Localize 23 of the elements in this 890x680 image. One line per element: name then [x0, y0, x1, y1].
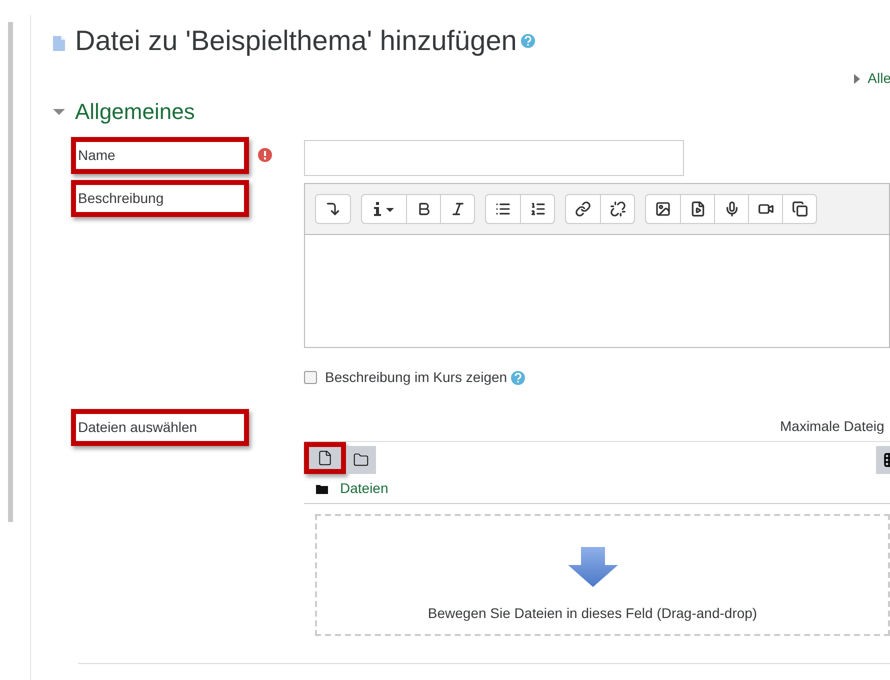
caret-right-icon	[854, 74, 860, 84]
add-file-button[interactable]	[304, 442, 346, 474]
field-label: Beschreibung	[71, 180, 249, 217]
section-header[interactable]: Allgemeines	[53, 95, 890, 128]
checkbox-label: Beschreibung im Kurs zeigen	[325, 368, 508, 387]
field-label: Dateien auswählen	[71, 409, 249, 446]
file-icon	[53, 36, 65, 50]
drop-zone[interactable]: Bewegen Sie Dateien in dieses Feld (Drag-and-drop)	[315, 514, 890, 636]
checkbox[interactable]	[304, 371, 317, 384]
name-input-field[interactable]	[304, 140, 684, 176]
expand-all-link[interactable]: Alle	[868, 68, 890, 89]
down-arrow-icon	[568, 547, 618, 587]
scrollbar[interactable]	[8, 22, 13, 522]
drop-hint: Bewegen Sie Dateien in dieses Feld (Drag-and-drop)	[428, 604, 758, 623]
page-title: Datei zu 'Beispielthema' hinzufügen	[75, 24, 517, 58]
folder-icon	[316, 484, 328, 494]
field-label: Name	[71, 137, 249, 174]
file-icon	[317, 450, 333, 466]
folder-icon	[353, 452, 369, 468]
max-size-text: Maximale Dateig	[780, 417, 886, 436]
section-title: Allgemeines	[75, 98, 195, 126]
create-folder-button[interactable]	[346, 446, 376, 474]
folder-link[interactable]: Dateien	[340, 478, 388, 499]
